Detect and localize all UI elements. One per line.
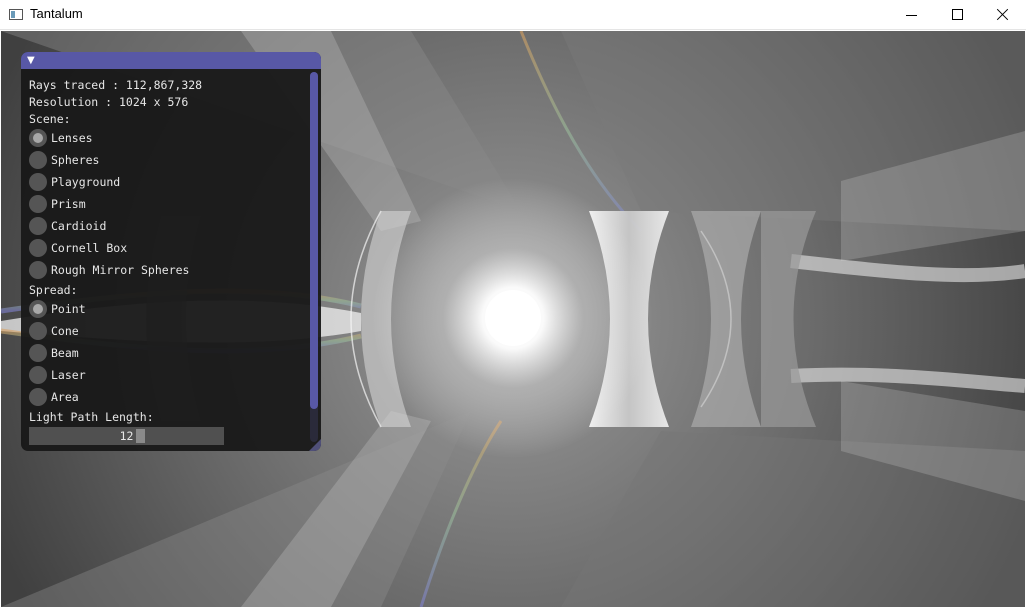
spread-label: Spread: (29, 283, 78, 297)
radio-icon[interactable] (29, 366, 47, 384)
radio-icon[interactable] (29, 173, 47, 191)
panel-header[interactable]: ▼ (21, 52, 321, 69)
radio-icon[interactable] (29, 322, 47, 340)
window-title: Tantalum (30, 6, 83, 21)
spread-option-label: Point (51, 302, 86, 316)
radio-icon[interactable] (29, 344, 47, 362)
collapse-arrow-icon[interactable]: ▼ (27, 55, 35, 66)
radio-selected-icon[interactable] (29, 300, 47, 318)
scene-option-label: Playground (51, 175, 121, 189)
panel-scrollbar[interactable] (310, 72, 318, 442)
spread-option-label: Area (51, 390, 79, 404)
radio-icon[interactable] (29, 217, 47, 235)
resolution-stat: Resolution : 1024 x 576 (29, 95, 189, 109)
slider-grab-handle[interactable] (136, 429, 145, 443)
radio-icon[interactable] (29, 239, 47, 257)
scene-option-label: Spheres (51, 153, 100, 167)
radio-icon[interactable] (29, 388, 47, 406)
resize-grip-icon[interactable] (309, 439, 321, 451)
scene-option-label: Lenses (51, 131, 93, 145)
app-window-icon (9, 9, 23, 20)
light-path-length-label: Light Path Length: (29, 410, 154, 424)
radio-icon[interactable] (29, 261, 47, 279)
title-bar: Tantalum (0, 0, 1026, 30)
scene-option-label: Prism (51, 197, 86, 211)
scene-option-label: Cornell Box (51, 241, 128, 255)
spread-option-label: Beam (51, 346, 79, 360)
radio-icon[interactable] (29, 195, 47, 213)
scene-option-label: Cardioid (51, 219, 107, 233)
minimize-button[interactable] (888, 0, 934, 30)
scene-label: Scene: (29, 112, 71, 126)
maximize-button[interactable] (934, 0, 980, 30)
settings-panel: ▼ Rays traced : 112,867,328 Resolution :… (21, 52, 321, 451)
rays-traced-stat: Rays traced : 112,867,328 (29, 78, 203, 92)
scene-option-label: Rough Mirror Spheres (51, 263, 190, 277)
light-path-length-slider[interactable]: 12 (29, 427, 224, 445)
scrollbar-thumb[interactable] (310, 72, 318, 409)
close-button[interactable] (980, 0, 1026, 30)
slider-value: 12 (119, 429, 134, 443)
radio-selected-icon[interactable] (29, 129, 47, 147)
spread-option-label: Laser (51, 368, 86, 382)
radio-icon[interactable] (29, 151, 47, 169)
spread-option-label: Cone (51, 324, 79, 338)
